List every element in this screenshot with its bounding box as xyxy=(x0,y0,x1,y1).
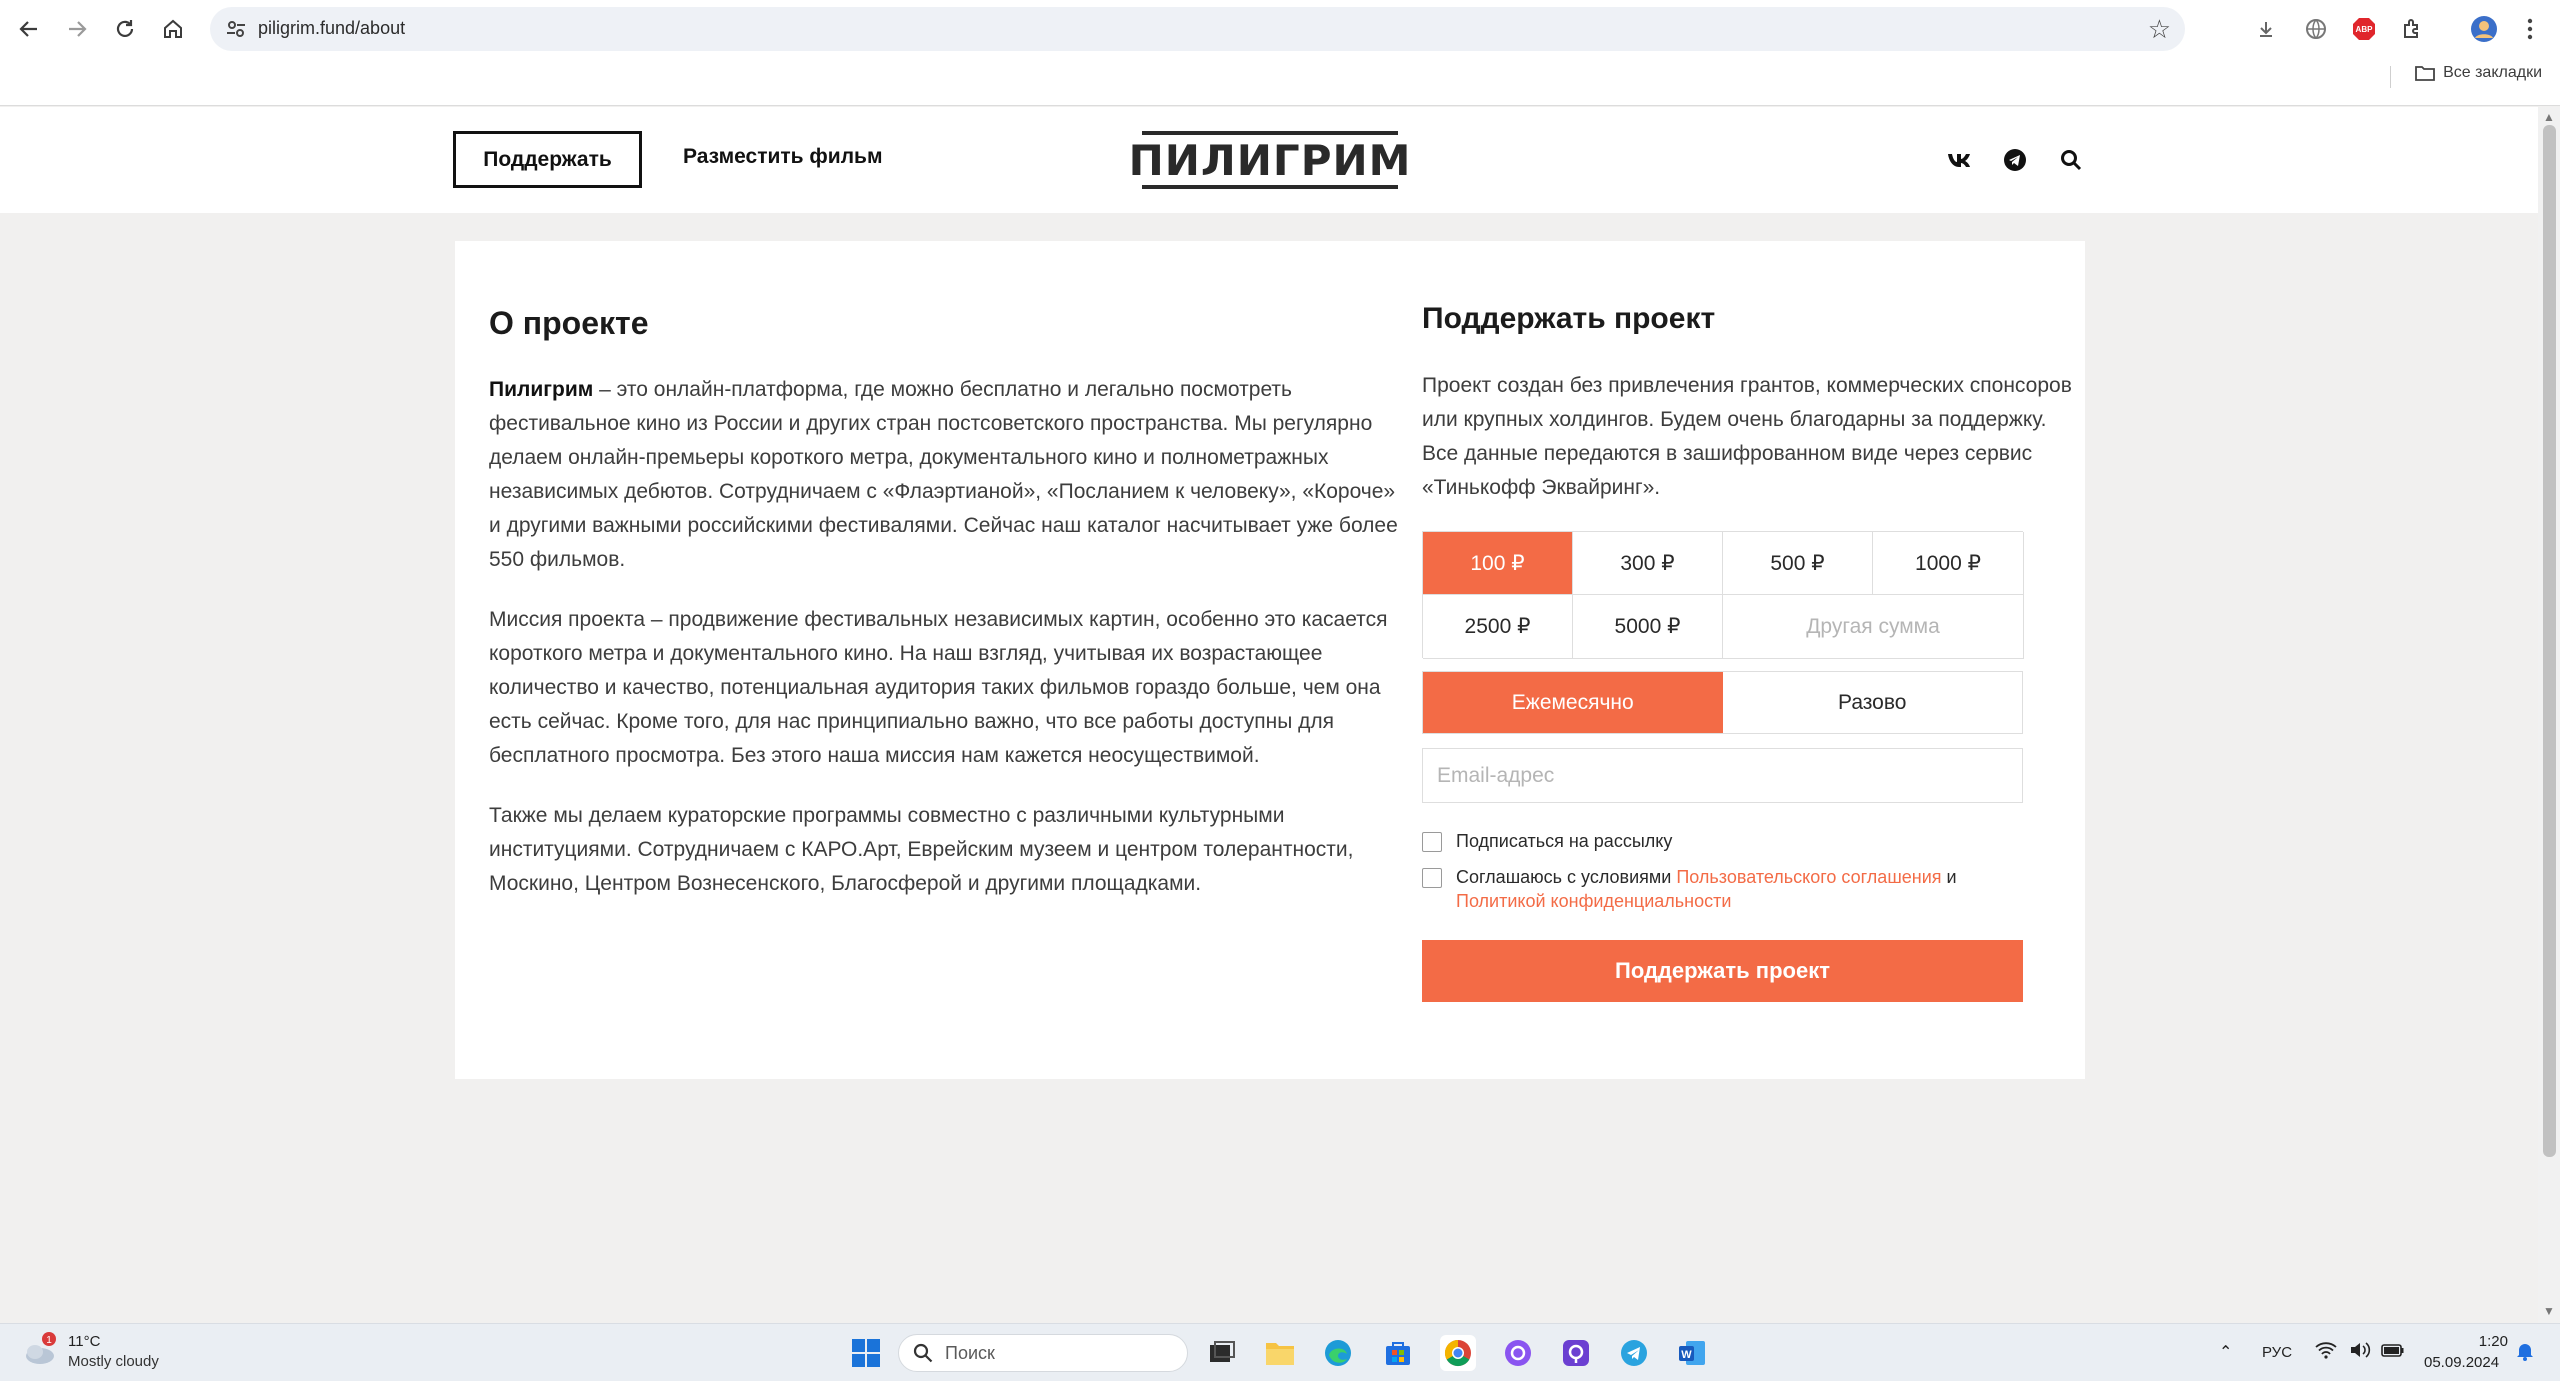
amount-option-500[interactable]: 500 ₽ xyxy=(1723,532,1873,595)
about-paragraph-2: Миссия проекта – продвижение фестивальны… xyxy=(489,608,1388,767)
about-text: Пилигрим – это онлайн-платформа, где мож… xyxy=(489,373,1404,927)
battery-icon[interactable] xyxy=(2380,1337,2406,1363)
address-bar[interactable]: piligrim.fund/about ☆ xyxy=(210,7,2185,51)
site-settings-icon[interactable] xyxy=(224,17,248,41)
amount-option-100[interactable]: 100 ₽ xyxy=(1423,532,1573,595)
agree-row: Соглашаюсь с условиями Пользовательского… xyxy=(1422,865,2016,913)
about-paragraph-1: Пилигрим – это онлайн-платформа, где мож… xyxy=(489,373,1404,577)
freq-once-button[interactable]: Разово xyxy=(1723,672,2023,733)
scroll-down-icon[interactable]: ▼ xyxy=(2543,1304,2555,1318)
weather-cloud-icon: 1 xyxy=(26,1332,56,1364)
all-bookmarks[interactable]: Все закладки xyxy=(2415,64,2542,82)
scroll-up-icon[interactable]: ▲ xyxy=(2543,110,2555,124)
telegram-icon[interactable] xyxy=(2000,145,2030,175)
about-card: О проекте Пилигрим – это онлайн-платформ… xyxy=(455,241,2085,1079)
alice-icon[interactable] xyxy=(1500,1335,1536,1371)
input-language[interactable]: РУС xyxy=(2262,1344,2292,1361)
store-icon[interactable] xyxy=(1380,1335,1416,1371)
app-icon-purple[interactable] xyxy=(1558,1335,1594,1371)
task-view-icon[interactable] xyxy=(1204,1335,1240,1371)
file-explorer-icon[interactable] xyxy=(1262,1335,1298,1371)
all-bookmarks-label: Все закладки xyxy=(2443,64,2542,81)
weather-widget[interactable]: 1 11°C Mostly cloudy xyxy=(22,1332,159,1372)
taskbar-search-icon xyxy=(913,1343,933,1363)
amount-option-1000[interactable]: 1000 ₽ xyxy=(1873,532,2024,595)
adblock-icon[interactable]: ABP xyxy=(2350,15,2378,43)
support-title: Поддержать проект xyxy=(1422,302,1716,335)
svg-text:ABP: ABP xyxy=(2356,25,2374,34)
folder-icon xyxy=(2415,66,2435,81)
reload-icon[interactable] xyxy=(110,14,140,44)
subscribe-row: Подписаться на рассылку xyxy=(1422,829,1672,853)
home-icon[interactable] xyxy=(158,14,188,44)
agree-checkbox[interactable] xyxy=(1422,868,1442,888)
about-paragraph-1-text: – это онлайн-платформа, где можно беспла… xyxy=(489,378,1398,571)
header-support-button[interactable]: Поддержать xyxy=(453,131,642,188)
volume-icon[interactable] xyxy=(2347,1337,2373,1363)
wifi-icon[interactable] xyxy=(2313,1337,2339,1363)
about-title: О проекте xyxy=(489,305,649,341)
amount-option-5000[interactable]: 5000 ₽ xyxy=(1573,595,1723,659)
privacy-policy-link[interactable]: Политикой конфиденциальности xyxy=(1456,891,1731,911)
extensions-icon[interactable] xyxy=(2398,15,2426,43)
tray-chevron-icon[interactable]: ⌃ xyxy=(2219,1342,2232,1362)
search-icon[interactable] xyxy=(2056,145,2086,175)
windows-start-icon[interactable] xyxy=(848,1335,884,1371)
email-field[interactable]: Email-адрес xyxy=(1422,748,2023,803)
notification-bell-icon[interactable] xyxy=(2512,1338,2538,1364)
amount-options: 100 ₽ 300 ₽ 500 ₽ 1000 ₽ 2500 ₽ 5000 ₽ Д… xyxy=(1422,531,2024,659)
weather-badge: 1 xyxy=(46,1335,52,1346)
place-film-link[interactable]: Разместить фильм xyxy=(683,145,883,169)
other-amount-input[interactable]: Другая сумма xyxy=(1723,595,2024,659)
amount-option-300[interactable]: 300 ₽ xyxy=(1573,532,1723,595)
amount-option-2500[interactable]: 2500 ₽ xyxy=(1423,595,1573,659)
download-icon[interactable] xyxy=(2252,15,2280,43)
vk-icon[interactable] xyxy=(1945,145,1975,175)
translate-icon[interactable] xyxy=(2302,15,2330,43)
taskbar: 1 11°C Mostly cloudy Поиск W ⌃ РУС 1:20 … xyxy=(0,1323,2560,1381)
clock-date[interactable]: 05.09.2024 xyxy=(2424,1354,2499,1371)
word-icon[interactable]: W xyxy=(1674,1335,1710,1371)
freq-monthly-button[interactable]: Ежемесячно xyxy=(1423,672,1723,733)
support-text: Проект создан без привлечения грантов, к… xyxy=(1422,374,2072,499)
logo[interactable]: ПИЛИГРИМ xyxy=(1129,131,1410,189)
url-text: piligrim.fund/about xyxy=(258,18,406,38)
agree-prefix: Соглашаюсь с условиями xyxy=(1456,867,1677,887)
subscribe-checkbox[interactable] xyxy=(1422,832,1442,852)
menu-dots-icon[interactable] xyxy=(2516,15,2544,43)
profile-avatar-icon[interactable] xyxy=(2470,15,2498,43)
user-agreement-link[interactable]: Пользовательского соглашения xyxy=(1676,867,1941,887)
agree-text: Соглашаюсь с условиями Пользовательского… xyxy=(1456,865,2016,913)
clock-time[interactable]: 1:20 xyxy=(2472,1333,2508,1350)
about-paragraph-3: Также мы делаем кураторские программы со… xyxy=(489,804,1354,895)
browser-chrome: piligrim.fund/about ☆ ABP Все закладки xyxy=(0,0,2560,106)
svg-text:W: W xyxy=(1681,1349,1692,1361)
telegram-app-icon[interactable] xyxy=(1616,1335,1652,1371)
brand-name: Пилигрим xyxy=(489,378,594,401)
support-submit-button[interactable]: Поддержать проект xyxy=(1422,940,2023,1002)
taskbar-search[interactable]: Поиск xyxy=(898,1334,1188,1372)
agree-and: и xyxy=(1941,867,1957,887)
taskbar-search-label: Поиск xyxy=(945,1342,995,1363)
bookmarks-divider xyxy=(2390,66,2391,88)
edge-icon[interactable] xyxy=(1320,1335,1356,1371)
forward-icon[interactable] xyxy=(62,14,92,44)
site-header: Поддержать Разместить фильм ПИЛИГРИМ xyxy=(0,107,2538,213)
back-icon[interactable] xyxy=(14,14,44,44)
chrome-icon[interactable] xyxy=(1440,1335,1476,1371)
subscribe-label: Подписаться на рассылку xyxy=(1456,831,1673,851)
bookmark-star-icon[interactable]: ☆ xyxy=(2148,14,2171,45)
weather-desc: Mostly cloudy xyxy=(68,1353,159,1370)
frequency-toggle: Ежемесячно Разово xyxy=(1422,671,2023,734)
scroll-thumb[interactable] xyxy=(2543,125,2556,1157)
weather-temp: 11°C xyxy=(68,1333,101,1350)
